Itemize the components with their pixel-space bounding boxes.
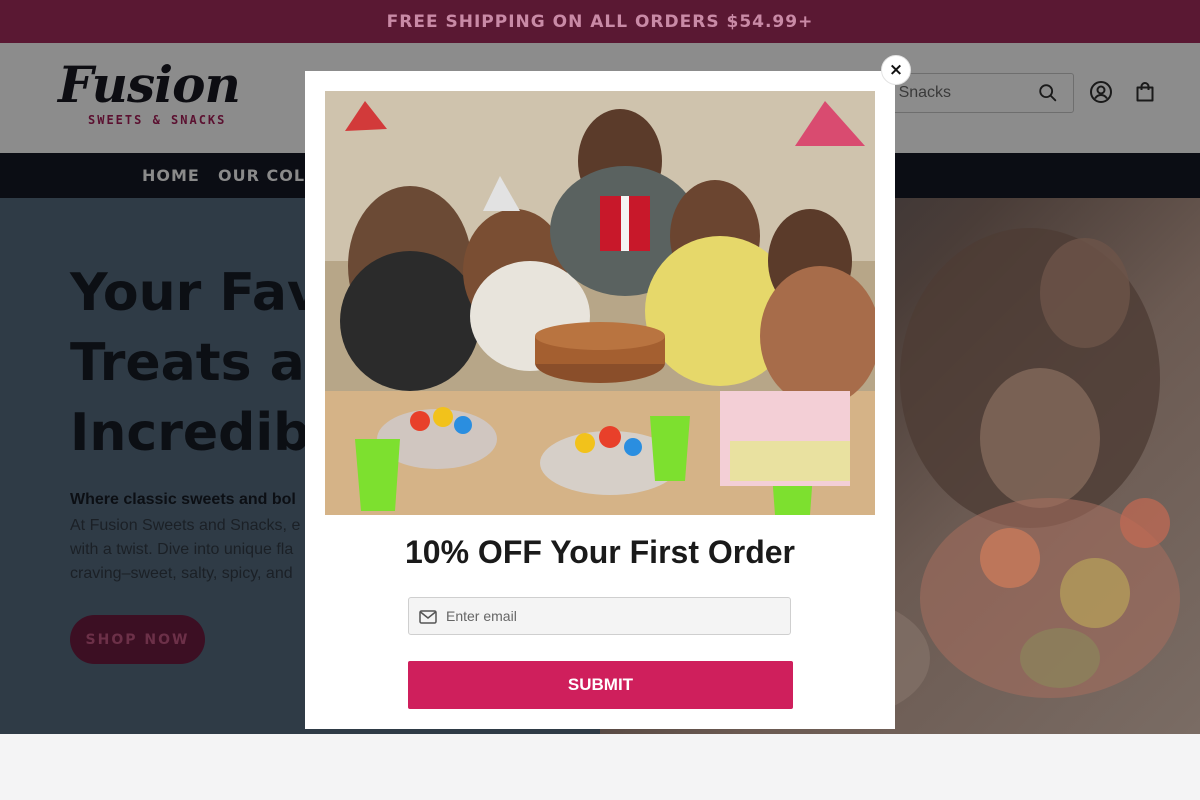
announcement-bar: FREE SHIPPING ON ALL ORDERS $54.99+ xyxy=(0,0,1200,43)
shop-now-label: SHOP NOW xyxy=(85,631,190,648)
hero-headline-line: Incredibl xyxy=(70,403,329,463)
hero-body-line: At Fusion Sweets and Snacks, e xyxy=(70,517,301,534)
email-field-wrapper xyxy=(408,597,791,635)
hero-lead: Where classic sweets and bol xyxy=(70,491,296,508)
popup-party-image xyxy=(325,91,875,515)
mail-icon xyxy=(419,610,437,624)
email-input[interactable] xyxy=(446,598,776,634)
close-popup-button[interactable]: × xyxy=(881,55,911,85)
submit-button[interactable]: SUBMIT xyxy=(408,661,793,709)
account-icon[interactable] xyxy=(1089,80,1113,104)
nav-item-collections[interactable]: OUR COLL xyxy=(218,166,316,185)
announcement-text: FREE SHIPPING ON ALL ORDERS $54.99+ xyxy=(386,11,814,32)
brand-logo[interactable]: Fusion SWEETS & SNACKS xyxy=(58,55,248,135)
search-icon[interactable] xyxy=(1037,82,1059,104)
party-illustration xyxy=(325,91,875,515)
brand-wordmark: Fusion xyxy=(58,55,241,114)
nav-item-home[interactable]: HOME xyxy=(142,166,200,185)
cart-icon[interactable] xyxy=(1133,80,1157,104)
brand-tagline: SWEETS & SNACKS xyxy=(88,113,227,127)
hero-body: At Fusion Sweets and Snacks, e with a tw… xyxy=(70,514,310,586)
close-icon: × xyxy=(888,59,904,80)
discount-popup: 10% OFF Your First Order SUBMIT xyxy=(305,71,895,729)
hero-headline-line: Treats at xyxy=(70,333,330,393)
shop-now-button[interactable]: SHOP NOW xyxy=(70,615,205,664)
popup-heading: 10% OFF Your First Order xyxy=(404,534,795,570)
hero-body-line: with a twist. Dive into unique fla xyxy=(70,541,294,558)
hero-body-line: craving–sweet, salty, spicy, and xyxy=(70,565,293,582)
